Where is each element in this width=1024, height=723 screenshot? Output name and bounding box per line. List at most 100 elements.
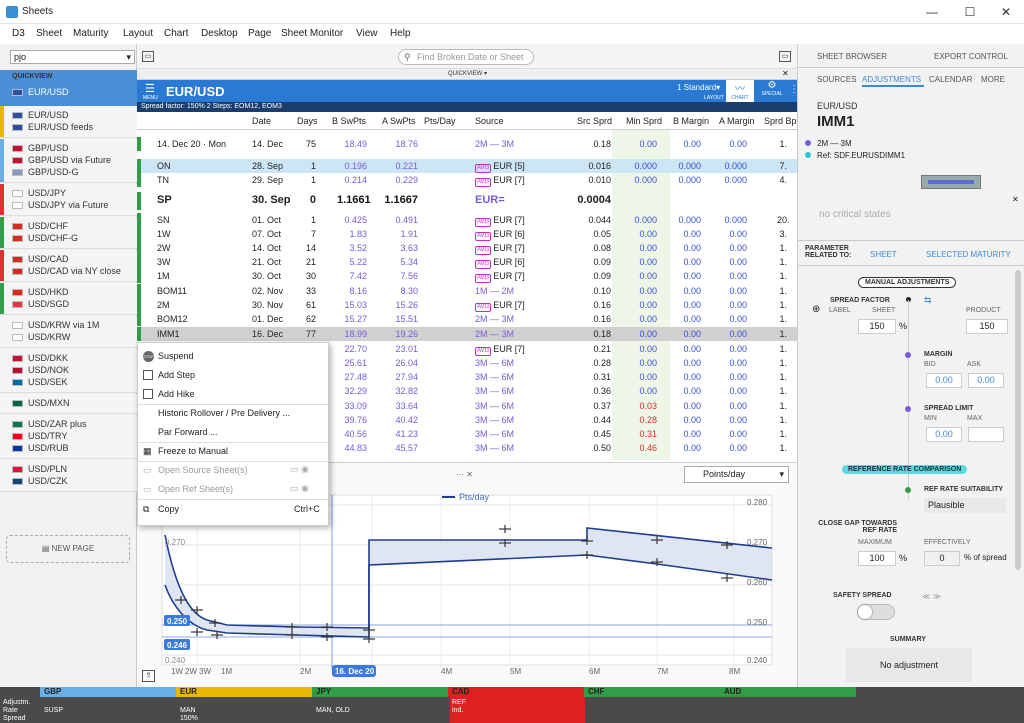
menu-item-suspend[interactable]: Suspend: [158, 351, 194, 361]
menu-layout[interactable]: Layout: [123, 28, 153, 39]
spread-factor-input[interactable]: 150: [858, 319, 896, 334]
menu-maturity[interactable]: Maturity: [73, 28, 109, 39]
table-row[interactable]: BOM12 01. Dec 62 15.27 15.51 2M — 3M 0.16 0.00 0…: [137, 312, 797, 326]
list-item[interactable]: USD/CHF: [12, 221, 68, 231]
list-item[interactable]: USD/SGD: [12, 299, 69, 309]
table-row[interactable]: 1M 30. Oct 30 7.42 7.56 AVG EUR [7] 0.09 0.00 0.0…: [137, 269, 797, 283]
product-input[interactable]: 150: [966, 319, 1008, 334]
table-row[interactable]: SN 01. Oct 1 0.425 0.491 AVG EUR [7] 0.044 0.000…: [137, 213, 797, 227]
tab-calendar[interactable]: CALENDAR: [929, 75, 973, 84]
menu-item-open-source-sheets[interactable]: Open Source Sheet(s): [158, 465, 248, 475]
table-row[interactable]: 2W 14. Oct 14 3.52 3.63 AVG EUR [7] 0.08 0.00 0.0…: [137, 241, 797, 255]
list-item[interactable]: USD/RUB: [12, 443, 69, 453]
table-row[interactable]: 1W 07. Oct 7 1.83 1.91 AVG EUR [6] 0.05 0.00 0.00…: [137, 227, 797, 241]
currency-tab-gbp[interactable]: GBP: [40, 687, 176, 697]
list-item[interactable]: USD/SEK: [12, 377, 68, 387]
chart-close-icon[interactable]: ··· ✕: [456, 470, 473, 479]
list-item[interactable]: USD/DKK: [12, 353, 68, 363]
column-header[interactable]: A Margin: [719, 116, 755, 126]
list-item[interactable]: USD/JPY: [12, 188, 66, 198]
menu-page[interactable]: Page: [248, 28, 271, 39]
list-item[interactable]: USD/CAD: [12, 254, 69, 264]
special-button[interactable]: ⚙ SPECIAL: [758, 80, 786, 102]
column-header[interactable]: Source: [475, 116, 504, 126]
table-row[interactable]: IMM1 16. Dec 77 18.99 19.26 2M — 3M 0.18 0.00 0.…: [137, 327, 797, 341]
list-item[interactable]: GBP/USD: [12, 143, 69, 153]
maximize-button[interactable]: ☐: [960, 4, 980, 20]
list-item[interactable]: USD/CHF-G: [12, 233, 78, 243]
param-tab-sheet[interactable]: SHEET: [870, 250, 897, 259]
list-item[interactable]: USD/MXN: [12, 398, 70, 408]
close-button[interactable]: ✕: [996, 4, 1016, 20]
list-item[interactable]: USD/HKD: [12, 287, 69, 297]
search-input[interactable]: ⚲ Find Broken Date or Sheet: [398, 49, 534, 65]
list-item[interactable]: USD/CZK: [12, 476, 68, 486]
column-header[interactable]: A SwPts: [382, 116, 416, 126]
menu-item-open-ref-sheets[interactable]: Open Ref Sheet(s): [158, 484, 233, 494]
menu-view[interactable]: View: [356, 28, 378, 39]
column-header[interactable]: Min Sprd: [626, 116, 662, 126]
menu-item-add-hike[interactable]: Add Hike: [158, 389, 195, 399]
layout-dropdown[interactable]: 1 Standard▾: [677, 83, 720, 92]
link-icon[interactable]: ⇆: [924, 295, 932, 306]
menu-sheet[interactable]: Sheet: [36, 28, 62, 39]
column-header[interactable]: B Margin: [673, 116, 709, 126]
list-item[interactable]: GBP/USD via Future: [12, 155, 111, 165]
currency-tab-aud[interactable]: AUD: [720, 687, 856, 697]
minimize-button[interactable]: —: [922, 4, 942, 20]
spread-limit-min-input[interactable]: 0.00: [926, 427, 962, 442]
tab-export-control[interactable]: EXPORT CONTROL: [934, 52, 1008, 61]
tab-adjustments[interactable]: ADJUSTMENTS: [862, 75, 921, 84]
table-row[interactable]: TN 29. Sep 1 0.214 0.229 AVG EUR [7] 0.010 0.000…: [137, 173, 797, 187]
page-combo[interactable]: pjo ▾: [10, 50, 135, 64]
menu-help[interactable]: Help: [390, 28, 411, 39]
hamburger-icon[interactable]: ☰: [145, 82, 155, 95]
menu-item-historic-rollover[interactable]: Historic Rollover / Pre Delivery ...: [158, 408, 290, 418]
table-row[interactable]: 14. Dec 75 18.49 18.76 2M — 3M 0.18 0.00 0.00 0.…: [137, 137, 797, 151]
list-item[interactable]: GBP/USD-G: [12, 167, 79, 177]
currency-tab-chf[interactable]: CHF: [584, 687, 720, 697]
margin-bid-input[interactable]: 0.00: [926, 373, 962, 388]
close-icon[interactable]: ✕: [1012, 195, 1019, 204]
column-header[interactable]: Days: [297, 116, 318, 126]
table-row[interactable]: SP 30. Sep 0 1.1661 1.1667 EUR= 0.0004: [137, 192, 797, 210]
list-item[interactable]: EUR/USD: [12, 87, 69, 97]
chart-button[interactable]: 〰 CHART: [726, 80, 754, 102]
tab-sources[interactable]: SOURCES: [817, 75, 857, 84]
list-item[interactable]: USD/ZAR plus: [12, 419, 87, 429]
window-icon[interactable]: ▭: [142, 51, 154, 62]
new-page-button[interactable]: ▤ NEW PAGE: [6, 535, 130, 563]
spread-limit-max-input[interactable]: [968, 427, 1004, 442]
tab-sheet-browser[interactable]: SHEET BROWSER: [817, 52, 887, 61]
margin-ask-input[interactable]: 0.00: [968, 373, 1004, 388]
menu-d3[interactable]: D3: [12, 28, 25, 39]
currency-tab-eur[interactable]: EUR: [176, 687, 312, 697]
table-row[interactable]: 3W 21. Oct 21 5.22 5.34 AVG EUR [6] 0.09 0.00 0.0…: [137, 255, 797, 269]
menu-chart[interactable]: Chart: [164, 28, 188, 39]
quickview-group[interactable]: QUICKVIEW EUR/USD: [0, 70, 137, 106]
currency-tab-jpy[interactable]: JPY: [312, 687, 448, 697]
export-icon[interactable]: ⇪: [142, 670, 155, 682]
list-item[interactable]: USD/KRW: [12, 332, 70, 342]
chart-metric-dropdown[interactable]: Points/day ▾: [684, 466, 789, 483]
list-item[interactable]: USD/JPY via Future: [12, 200, 108, 210]
column-header[interactable]: Sprd Bp: [764, 116, 797, 126]
column-header[interactable]: B SwPts: [332, 116, 366, 126]
param-tab-selected-maturity[interactable]: SELECTED MATURITY: [926, 250, 1011, 259]
list-item[interactable]: USD/KRW via 1M: [12, 320, 99, 330]
menu-item-par-forward[interactable]: Par Forward ...: [158, 427, 218, 437]
safety-spread-toggle[interactable]: [857, 604, 895, 620]
list-item[interactable]: USD/CAD via NY close: [12, 266, 121, 276]
window-icon[interactable]: ▭: [779, 51, 791, 62]
menu-sheet-monitor[interactable]: Sheet Monitor: [281, 28, 343, 39]
list-item[interactable]: USD/NOK: [12, 365, 69, 375]
close-gap-max-input[interactable]: 100: [858, 551, 896, 566]
list-item[interactable]: EUR/USD feeds: [12, 122, 93, 132]
list-item[interactable]: USD/PLN: [12, 464, 67, 474]
quickview-toggle[interactable]: QUICKVIEW ▾: [448, 70, 487, 77]
close-icon[interactable]: ✕: [782, 69, 789, 78]
scrollbar[interactable]: [1015, 270, 1021, 570]
table-row[interactable]: ON 28. Sep 1 0.196 0.221 AVG EUR [5] 0.016 0.000…: [137, 159, 797, 173]
column-header[interactable]: Src Sprd: [577, 116, 612, 126]
column-header[interactable]: Pts/Day: [424, 116, 456, 126]
